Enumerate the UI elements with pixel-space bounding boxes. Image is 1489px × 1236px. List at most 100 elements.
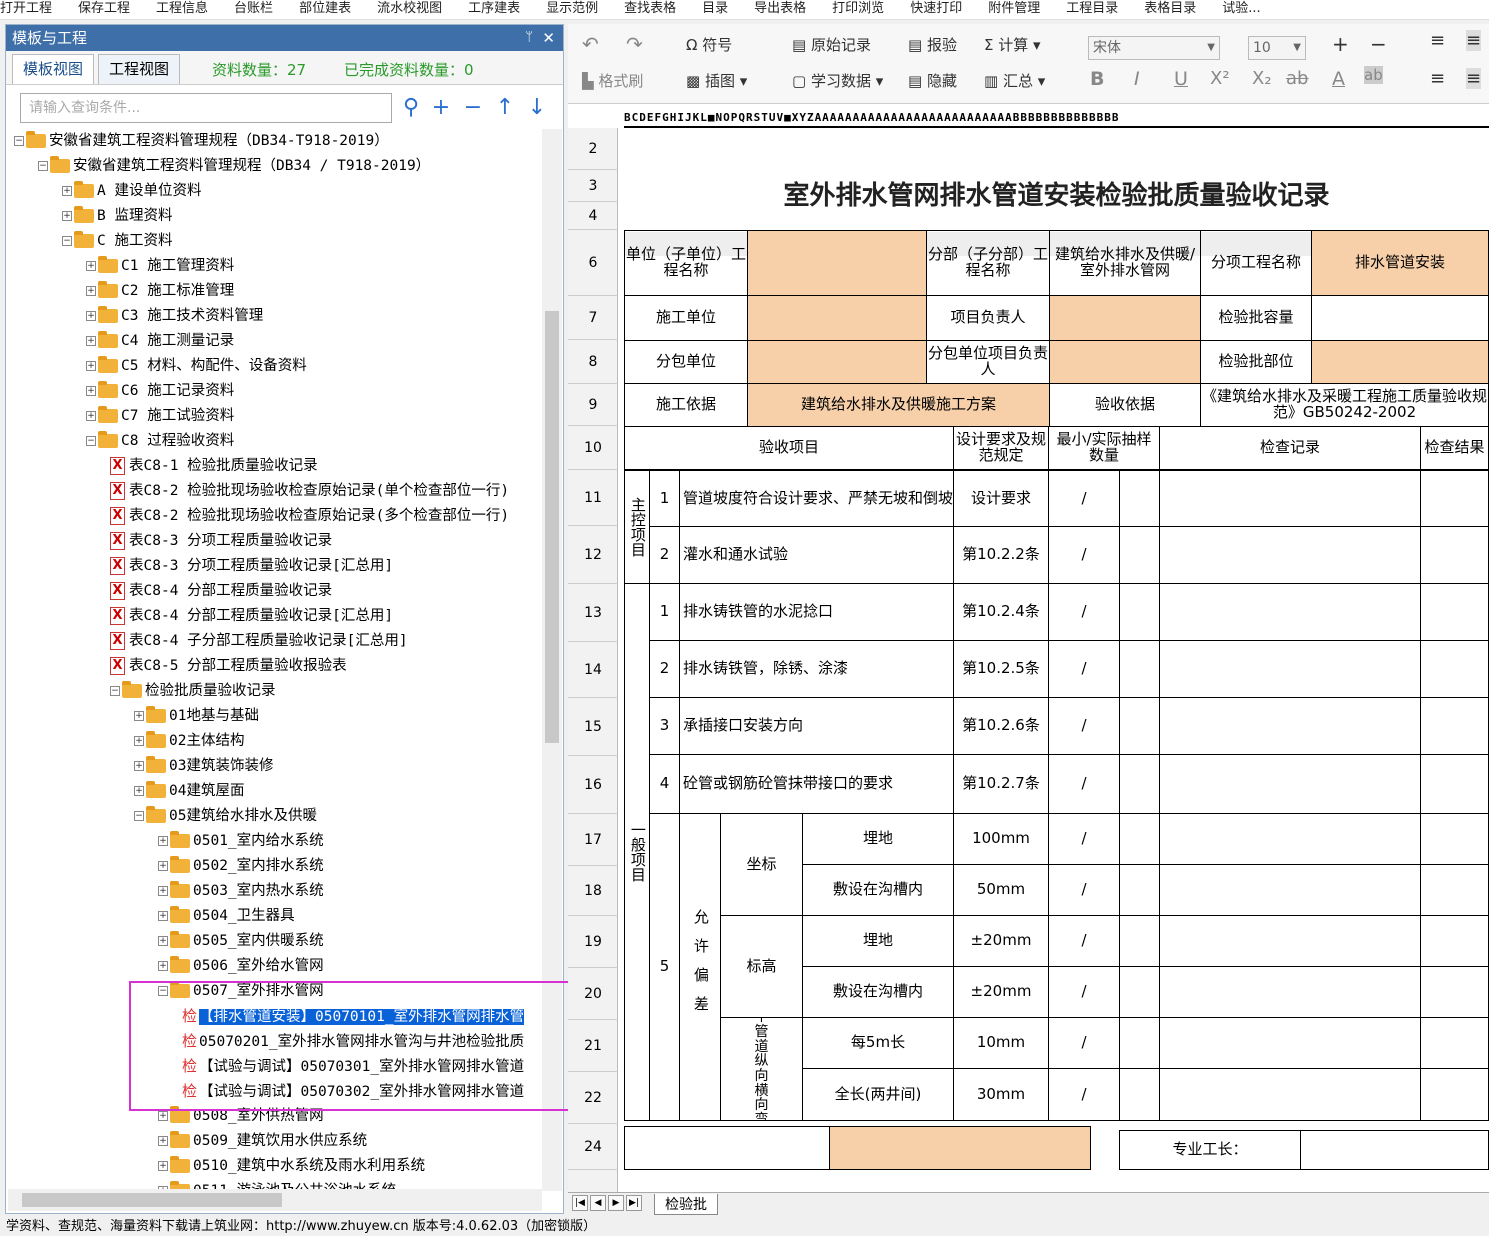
inspection-result-field[interactable] <box>1420 915 1489 967</box>
menu-item[interactable]: 打印浏览 <box>832 2 884 15</box>
expand-toggle-icon[interactable]: + <box>86 286 96 296</box>
report-button[interactable]: ▤ 报验 <box>908 34 957 55</box>
expand-toggle-icon[interactable]: − <box>62 236 72 246</box>
strikethrough-icon[interactable]: ab <box>1286 68 1308 89</box>
menu-item[interactable]: 试验... <box>1222 2 1260 15</box>
inspection-result-field[interactable] <box>1420 640 1489 698</box>
inspection-result-field[interactable] <box>1420 697 1489 755</box>
italic-icon[interactable]: I <box>1134 68 1140 90</box>
expand-toggle-icon[interactable]: + <box>86 386 96 396</box>
tree-folder-item[interactable]: − 安徽省建筑工程资料管理规程（DB34 / T918-2019） <box>38 154 430 178</box>
tree-folder-item[interactable]: − 检验批质量验收记录 <box>110 679 276 703</box>
minus-icon[interactable]: − <box>460 93 486 123</box>
unit-project-name-field[interactable] <box>747 230 927 296</box>
format-brush-button[interactable]: ▙ 格式刷 <box>582 70 643 91</box>
inspection-result-field[interactable] <box>1420 754 1489 814</box>
tab-project-view[interactable]: 工程视图 <box>98 54 181 84</box>
inspection-record-field[interactable] <box>1159 966 1421 1018</box>
undo-icon[interactable]: ↶ <box>582 32 599 56</box>
menu-item[interactable]: 部位建表 <box>299 2 351 15</box>
align-top-icon[interactable]: ≡ <box>1430 30 1445 51</box>
expand-toggle-icon[interactable]: − <box>38 161 48 171</box>
tree-folder-item[interactable]: + C5 材料、构配件、设备资料 <box>86 354 307 378</box>
inspection-result-field[interactable] <box>1420 966 1489 1018</box>
sample-actual-field[interactable] <box>1119 640 1160 698</box>
up-arrow-icon[interactable]: ↑ <box>492 93 518 123</box>
expand-toggle-icon[interactable]: + <box>158 861 168 871</box>
calc-button[interactable]: Σ 计算 ▾ <box>984 34 1041 55</box>
tree-folder-item[interactable]: + C7 施工试验资料 <box>86 404 234 428</box>
inspection-record-field[interactable] <box>1159 640 1421 698</box>
sample-actual-field[interactable] <box>1119 966 1160 1018</box>
form-template-item[interactable]: X 表C8-2 检验批现场验收检查原始记录(单个检查部位一行) <box>110 479 509 503</box>
tree-folder-item[interactable]: +0504_卫生器具 <box>158 904 295 928</box>
tree-folder-item[interactable]: + C4 施工测量记录 <box>86 329 234 353</box>
tree-folder-item[interactable]: +0502_室内排水系统 <box>158 854 324 878</box>
sample-actual-field[interactable] <box>1119 915 1160 967</box>
menu-item[interactable]: 打开工程 <box>0 2 52 15</box>
first-sheet-icon[interactable]: |◀ <box>572 1195 588 1211</box>
next-sheet-icon[interactable]: ▶ <box>608 1195 624 1211</box>
tree-folder-item[interactable]: + A 建设单位资料 <box>62 179 201 203</box>
inspection-record-field[interactable] <box>1159 583 1421 641</box>
form-template-item[interactable]: X 表C8-4 分部工程质量验收记录 <box>110 579 332 603</box>
inspection-record-field[interactable] <box>1159 864 1421 916</box>
form-template-item[interactable]: X 表C8-2 检验批现场验收检查原始记录(多个检查部位一行) <box>110 504 509 528</box>
tree-folder-item[interactable]: +0501_室内给水系统 <box>158 829 324 853</box>
align-justify-icon[interactable]: ≡ <box>1466 68 1482 89</box>
align-right-icon[interactable]: ≡ <box>1466 30 1482 51</box>
expand-toggle-icon[interactable]: − <box>14 136 24 146</box>
increase-font-icon[interactable]: + <box>1332 32 1349 56</box>
prev-sheet-icon[interactable]: ◀ <box>590 1195 606 1211</box>
menu-item[interactable]: 保存工程 <box>78 2 130 15</box>
tree-folder-item[interactable]: +01地基与基础 <box>134 704 259 728</box>
expand-toggle-icon[interactable]: + <box>158 836 168 846</box>
sample-actual-field[interactable] <box>1119 864 1160 916</box>
expand-toggle-icon[interactable]: + <box>158 1136 168 1146</box>
pin-icon[interactable]: ᛘ <box>525 25 533 51</box>
tree-folder-item[interactable]: +04建筑屋面 <box>134 779 244 803</box>
menu-item[interactable]: 表格目录 <box>1144 2 1196 15</box>
tree-folder-item[interactable]: + B 监理资料 <box>62 204 172 228</box>
subcontractor-field[interactable] <box>747 340 927 384</box>
tree-folder-item[interactable]: +03建筑装饰装修 <box>134 754 273 778</box>
font-color-icon[interactable]: A <box>1332 68 1345 90</box>
original-record-button[interactable]: ▤ 原始记录 <box>792 34 871 55</box>
summary-button[interactable]: ▥ 汇总 ▾ <box>984 70 1045 91</box>
redo-icon[interactable]: ↷ <box>626 32 643 56</box>
subscript-icon[interactable]: X₂ <box>1252 68 1272 89</box>
sample-actual-field[interactable] <box>1119 813 1160 865</box>
inspection-record-field[interactable] <box>1159 1017 1421 1069</box>
expand-toggle-icon[interactable]: − <box>134 811 144 821</box>
tree-folder-item[interactable]: +0505_室内供暖系统 <box>158 929 324 953</box>
expand-toggle-icon[interactable]: + <box>86 411 96 421</box>
signature-peach-field[interactable] <box>829 1126 1091 1170</box>
expand-toggle-icon[interactable]: − <box>86 436 96 446</box>
form-template-item[interactable]: X 表C8-3 分项工程质量验收记录[汇总用] <box>110 554 393 578</box>
inspection-result-field[interactable] <box>1420 1068 1489 1121</box>
expand-toggle-icon[interactable]: + <box>86 261 96 271</box>
batch-location-field[interactable] <box>1311 340 1489 384</box>
form-template-item[interactable]: X 表C8-3 分项工程质量验收记录 <box>110 529 332 553</box>
tree-folder-item[interactable]: − 安徽省建筑工程资料管理规程（DB34-T918-2019） <box>14 129 389 153</box>
expand-toggle-icon[interactable]: + <box>158 911 168 921</box>
search-input[interactable]: 请输入查询条件... <box>20 93 392 123</box>
tree-folder-item[interactable]: + C1 施工管理资料 <box>86 254 234 278</box>
scroll-thumb[interactable] <box>545 311 559 743</box>
form-template-item[interactable]: X 表C8-4 分部工程质量验收记录[汇总用] <box>110 604 393 628</box>
inspection-result-field[interactable] <box>1420 864 1489 916</box>
insert-image-button[interactable]: ▩ 插图 ▾ <box>686 70 747 91</box>
expand-toggle-icon[interactable]: + <box>62 211 72 221</box>
bold-icon[interactable]: B <box>1090 68 1104 90</box>
expand-toggle-icon[interactable]: − <box>110 686 120 696</box>
form-template-item[interactable]: X 表C8-1 检验批质量验收记录 <box>110 454 318 478</box>
tree-folder-item[interactable]: − C 施工资料 <box>62 229 172 253</box>
expand-toggle-icon[interactable]: + <box>158 886 168 896</box>
construction-unit-field[interactable] <box>747 295 927 341</box>
expand-toggle-icon[interactable]: + <box>134 736 144 746</box>
sample-actual-field[interactable] <box>1119 583 1160 641</box>
menu-item[interactable]: 台账栏 <box>234 2 273 15</box>
expand-toggle-icon[interactable]: + <box>134 711 144 721</box>
inspection-record-field[interactable] <box>1159 1068 1421 1121</box>
menu-item[interactable]: 流水校视图 <box>377 2 442 15</box>
